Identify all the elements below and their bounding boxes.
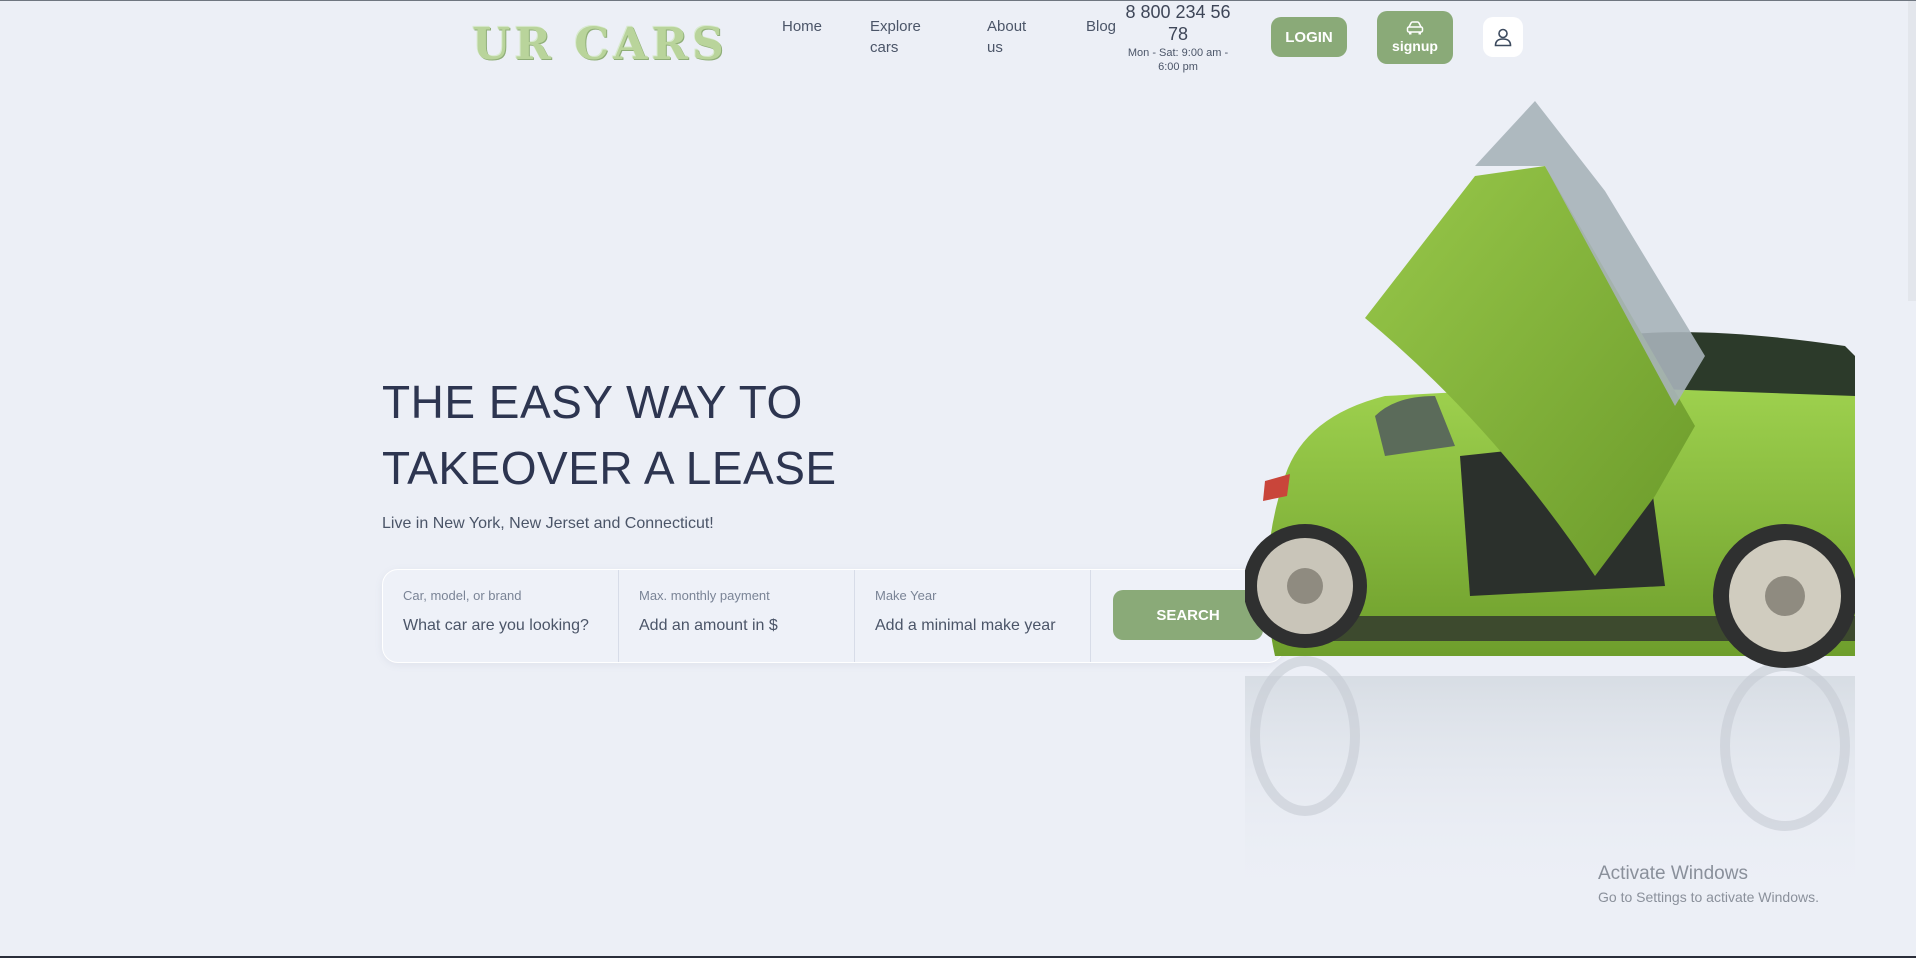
activation-title: Activate Windows	[1598, 863, 1748, 884]
activation-subtitle: Go to Settings to activate Windows.	[1598, 889, 1819, 905]
login-button[interactable]: LOGIN	[1271, 17, 1347, 57]
green-car-image	[1245, 101, 1855, 906]
logo[interactable]: UR CARS	[472, 19, 728, 70]
make-year-label: Make Year	[875, 588, 937, 603]
user-icon	[1494, 28, 1512, 47]
search-button[interactable]: SEARCH	[1113, 590, 1263, 640]
contact-info: 8 800 234 56 78 Mon - Sat: 9:00 am - 6:0…	[1118, 1, 1238, 74]
car-model-label: Car, model, or brand	[403, 588, 522, 603]
windows-activation-watermark: Activate Windows Go to Settings to activ…	[1598, 863, 1819, 905]
hero-subtitle: Live in New York, New Jerset and Connect…	[382, 515, 714, 532]
user-profile-button[interactable]	[1483, 17, 1523, 57]
nav-explore-cars-link[interactable]: Explore cars	[870, 16, 940, 58]
signup-button-label: signup	[1392, 38, 1438, 54]
signup-button[interactable]: signup	[1377, 11, 1453, 64]
monthly-payment-field: Max. monthly payment	[619, 570, 855, 662]
car-model-field: Car, model, or brand	[383, 570, 619, 662]
nav-home-link[interactable]: Home	[782, 16, 822, 37]
nav-blog-link[interactable]: Blog	[1086, 16, 1116, 37]
business-hours: Mon - Sat: 9:00 am - 6:00 pm	[1127, 47, 1229, 73]
nav-about-us-link[interactable]: About us	[987, 16, 1042, 58]
scrollbar[interactable]	[1908, 1, 1916, 301]
search-button-label: SEARCH	[1156, 606, 1220, 624]
car-model-input[interactable]	[403, 617, 603, 635]
login-button-label: LOGIN	[1285, 28, 1333, 46]
make-year-input[interactable]	[875, 617, 1075, 635]
phone-number[interactable]: 8 800 234 56 78	[1118, 1, 1238, 45]
monthly-payment-label: Max. monthly payment	[639, 588, 770, 603]
car-icon	[1406, 21, 1424, 35]
search-form: Car, model, or brand Max. monthly paymen…	[382, 569, 1284, 663]
page: UR CARS Home Explore cars About us Blog …	[0, 1, 1916, 958]
monthly-payment-input[interactable]	[639, 617, 839, 635]
make-year-field: Make Year	[855, 570, 1091, 662]
hero-title: THE EASY WAY TO TAKEOVER A LEASE	[382, 376, 837, 494]
